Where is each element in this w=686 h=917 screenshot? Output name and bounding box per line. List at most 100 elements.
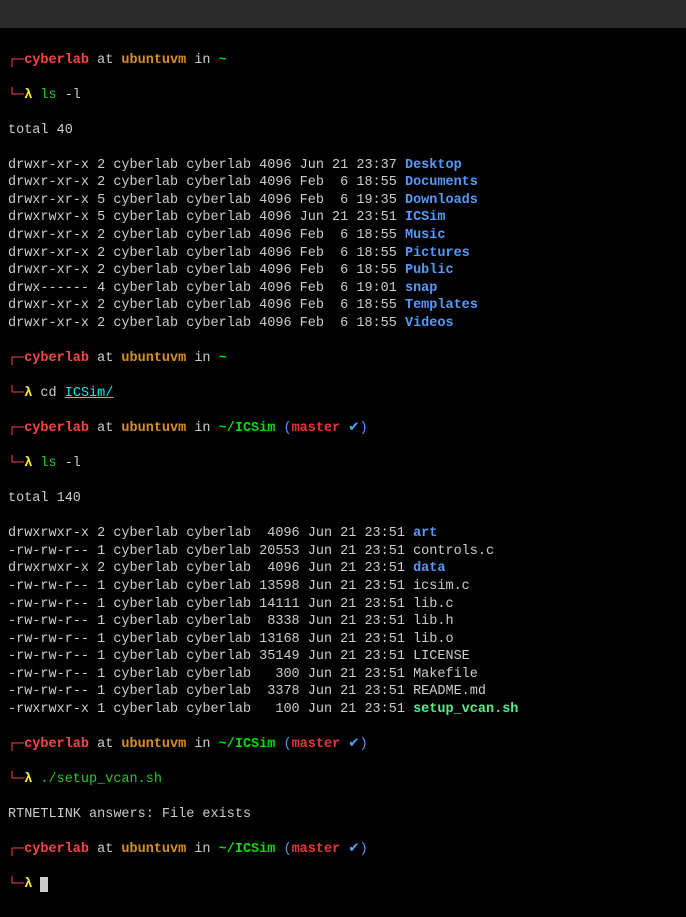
- ls-filename: Music: [405, 228, 446, 243]
- ls-perms: drwxrwxr-x 5 cyberlab cyberlab 4096 Jun …: [8, 210, 405, 225]
- prompt-corner: └─: [8, 456, 24, 471]
- ls-filename: Templates: [405, 298, 478, 313]
- ls-row: -rwxrwxr-x 1 cyberlab cyberlab 100 Jun 2…: [8, 701, 678, 719]
- prompt-at: at: [89, 737, 121, 752]
- branch-paren: ): [360, 421, 368, 436]
- ls-filename: Videos: [405, 316, 454, 331]
- ls-perms: drwxrwxr-x 2 cyberlab cyberlab 4096 Jun …: [8, 526, 413, 541]
- prompt-lambda: λ: [24, 386, 40, 401]
- ls-filename: snap: [405, 281, 437, 296]
- cmd-cd: cd: [40, 386, 64, 401]
- ls-perms: drwx------ 4 cyberlab cyberlab 4096 Feb …: [8, 281, 405, 296]
- prompt-line: ┌─cyberlab at ubuntuvm in ~/ICSim (maste…: [8, 420, 678, 438]
- ls-perms: drwxr-xr-x 2 cyberlab cyberlab 4096 Feb …: [8, 298, 405, 313]
- ls-row: drwxrwxr-x 5 cyberlab cyberlab 4096 Jun …: [8, 209, 678, 227]
- prompt-corner: ┌─: [8, 842, 24, 857]
- git-status-icon: ✔: [340, 737, 359, 752]
- branch-paren: ): [360, 842, 368, 857]
- ls-row: -rw-rw-r-- 1 cyberlab cyberlab 300 Jun 2…: [8, 666, 678, 684]
- ls-perms: -rw-rw-r-- 1 cyberlab cyberlab 13598 Jun…: [8, 579, 413, 594]
- command-line: └─λ ls -l: [8, 455, 678, 473]
- command-line: └─λ ./setup_vcan.sh: [8, 771, 678, 789]
- prompt-path: ~/ICSim: [219, 842, 276, 857]
- ls-row: drwxr-xr-x 2 cyberlab cyberlab 4096 Feb …: [8, 315, 678, 333]
- ls-perms: -rw-rw-r-- 1 cyberlab cyberlab 13168 Jun…: [8, 632, 413, 647]
- cmd-arg: -l: [57, 456, 81, 471]
- ls-perms: drwxr-xr-x 2 cyberlab cyberlab 4096 Feb …: [8, 316, 405, 331]
- prompt-line: ┌─cyberlab at ubuntuvm in ~/ICSim (maste…: [8, 736, 678, 754]
- ls-perms: drwxr-xr-x 2 cyberlab cyberlab 4096 Feb …: [8, 246, 405, 261]
- ls-row: -rw-rw-r-- 1 cyberlab cyberlab 14111 Jun…: [8, 596, 678, 614]
- ls-filename: art: [413, 526, 437, 541]
- prompt-corner: └─: [8, 88, 24, 103]
- ls-perms: -rw-rw-r-- 1 cyberlab cyberlab 20553 Jun…: [8, 544, 413, 559]
- git-status-icon: ✔: [340, 421, 359, 436]
- prompt-host: ubuntuvm: [121, 53, 186, 68]
- prompt-in: in: [186, 842, 218, 857]
- ls-filename: data: [413, 561, 445, 576]
- ls-row: drwxr-xr-x 2 cyberlab cyberlab 4096 Feb …: [8, 245, 678, 263]
- ls-row: -rw-rw-r-- 1 cyberlab cyberlab 13168 Jun…: [8, 631, 678, 649]
- prompt-path: ~: [219, 351, 227, 366]
- git-branch: master: [292, 421, 341, 436]
- command-line[interactable]: └─λ: [8, 876, 678, 894]
- prompt-user: cyberlab: [24, 737, 89, 752]
- command-line: └─λ ls -l: [8, 87, 678, 105]
- prompt-corner: ┌─: [8, 421, 24, 436]
- prompt-corner: ┌─: [8, 53, 24, 68]
- ls-row: drwxr-xr-x 2 cyberlab cyberlab 4096 Feb …: [8, 262, 678, 280]
- ls-listing: drwxrwxr-x 2 cyberlab cyberlab 4096 Jun …: [8, 525, 678, 718]
- git-branch: master: [292, 737, 341, 752]
- prompt-corner: └─: [8, 386, 24, 401]
- prompt-line: ┌─cyberlab at ubuntuvm in ~: [8, 350, 678, 368]
- git-branch: master: [292, 842, 341, 857]
- ls-total: total 40: [8, 122, 678, 140]
- prompt-at: at: [89, 351, 121, 366]
- ls-listing: drwxr-xr-x 2 cyberlab cyberlab 4096 Jun …: [8, 157, 678, 332]
- ls-row: drwxr-xr-x 5 cyberlab cyberlab 4096 Feb …: [8, 192, 678, 210]
- prompt-in: in: [186, 737, 218, 752]
- prompt-corner: └─: [8, 877, 24, 892]
- rtnetlink-output: RTNETLINK answers: File exists: [8, 806, 678, 824]
- prompt-lambda: λ: [24, 877, 40, 892]
- ls-row: drwxr-xr-x 2 cyberlab cyberlab 4096 Jun …: [8, 157, 678, 175]
- prompt-at: at: [89, 842, 121, 857]
- cmd-ls: ls: [40, 88, 56, 103]
- prompt-in: in: [186, 351, 218, 366]
- prompt-host: ubuntuvm: [121, 421, 186, 436]
- ls-perms: drwxr-xr-x 2 cyberlab cyberlab 4096 Feb …: [8, 228, 405, 243]
- ls-filename: icsim.c: [413, 579, 470, 594]
- ls-total: total 140: [8, 490, 678, 508]
- prompt-line: ┌─cyberlab at ubuntuvm in ~/ICSim (maste…: [8, 841, 678, 859]
- ls-filename: controls.c: [413, 544, 494, 559]
- prompt-lambda: λ: [24, 456, 40, 471]
- ls-filename: lib.o: [413, 632, 454, 647]
- ls-filename: Desktop: [405, 158, 462, 173]
- prompt-at: at: [89, 53, 121, 68]
- branch-paren: (: [275, 842, 291, 857]
- ls-row: drwxr-xr-x 2 cyberlab cyberlab 4096 Feb …: [8, 297, 678, 315]
- window-titlebar: [0, 0, 686, 28]
- branch-paren: (: [275, 737, 291, 752]
- cursor: [40, 877, 48, 892]
- prompt-in: in: [186, 421, 218, 436]
- cmd-arg: -l: [57, 88, 81, 103]
- ls-row: -rw-rw-r-- 1 cyberlab cyberlab 8338 Jun …: [8, 613, 678, 631]
- prompt-user: cyberlab: [24, 351, 89, 366]
- ls-filename: setup_vcan.sh: [413, 702, 518, 717]
- prompt-lambda: λ: [24, 88, 40, 103]
- ls-filename: Documents: [405, 175, 478, 190]
- ls-perms: drwxr-xr-x 5 cyberlab cyberlab 4096 Feb …: [8, 193, 405, 208]
- prompt-path: ~/ICSim: [219, 737, 276, 752]
- ls-filename: Downloads: [405, 193, 478, 208]
- terminal-output[interactable]: ┌─cyberlab at ubuntuvm in ~ └─λ ls -l to…: [0, 28, 686, 917]
- prompt-path: ~: [219, 53, 227, 68]
- ls-filename: LICENSE: [413, 649, 470, 664]
- prompt-host: ubuntuvm: [121, 842, 186, 857]
- ls-filename: ICSim: [405, 210, 446, 225]
- cmd-cd-target: ICSim/: [65, 386, 114, 401]
- ls-row: drwx------ 4 cyberlab cyberlab 4096 Feb …: [8, 280, 678, 298]
- ls-row: drwxr-xr-x 2 cyberlab cyberlab 4096 Feb …: [8, 174, 678, 192]
- prompt-at: at: [89, 421, 121, 436]
- ls-perms: drwxr-xr-x 2 cyberlab cyberlab 4096 Feb …: [8, 175, 405, 190]
